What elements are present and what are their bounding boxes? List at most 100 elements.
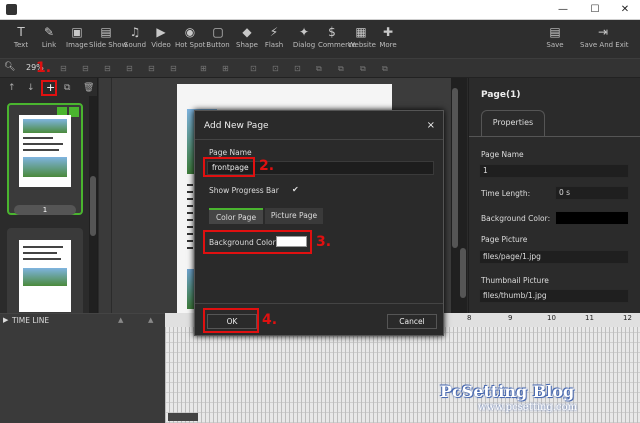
- page-list-scrollbar[interactable]: [89, 96, 97, 313]
- tool-shape[interactable]: ◆ Shape: [235, 23, 259, 49]
- dialog-icon: ✦: [298, 25, 310, 39]
- button-icon: ▢: [212, 25, 224, 39]
- cancel-button[interactable]: Cancel: [387, 314, 437, 329]
- shape-icon: ◆: [242, 25, 252, 39]
- tool-video[interactable]: ▶ Video: [150, 23, 172, 49]
- distribute-v-icon[interactable]: ⊞: [222, 64, 229, 73]
- duplicate-page-icon[interactable]: ⧉: [64, 83, 70, 93]
- image-icon: ▣: [71, 25, 83, 39]
- move-down-icon[interactable]: ↓: [27, 83, 35, 93]
- tick-label: 10: [547, 314, 556, 322]
- close-window-icon[interactable]: ✕: [610, 2, 640, 18]
- tool-more[interactable]: ✚ More: [378, 23, 398, 49]
- highlight-background-color: [203, 230, 312, 254]
- properties-scrollbar[interactable]: [459, 78, 467, 313]
- timeline-scrollbar[interactable]: [168, 413, 198, 421]
- flash-icon: ⚡: [269, 25, 279, 39]
- save-exit-icon: ⇥: [597, 25, 609, 39]
- highlight-page-name: [203, 157, 255, 177]
- expand-icon[interactable]: ▲: [148, 316, 153, 324]
- timeline-layers: [0, 327, 165, 423]
- properties-panel: Page(1) Properties Page Name 1 Time Leng…: [459, 78, 640, 313]
- thumbnail-preview: [19, 240, 71, 312]
- sound-icon: ♫: [129, 25, 141, 39]
- collapse-icon[interactable]: ▲: [118, 316, 123, 324]
- main-toolbar: T Text ✎ Link ▣ Image ▤ Slide Show ♫ Sound ▶ V…: [0, 20, 640, 58]
- video-icon: ▶: [156, 25, 166, 39]
- tab-picture-page[interactable]: Picture Page: [265, 208, 323, 224]
- page-thumbnail-2[interactable]: [7, 228, 83, 318]
- watermark-title: PcSetting Blog: [440, 382, 575, 401]
- tab-color-page[interactable]: Color Page: [209, 208, 263, 224]
- tool-text[interactable]: T Text: [10, 23, 32, 49]
- delete-page-icon[interactable]: 🗑︎: [83, 83, 94, 93]
- watermark-url: www.pcsetting.com: [478, 402, 578, 413]
- time-length-field[interactable]: 0 s: [555, 186, 629, 200]
- step-3-label: 3.: [316, 234, 332, 250]
- send-back-icon[interactable]: ⧉: [338, 64, 344, 74]
- add-new-page-dialog: Add New Page × Page Name frontpage Show …: [194, 110, 444, 336]
- page-picture-field[interactable]: files/page/1.jpg: [479, 250, 629, 264]
- app-icon: [6, 4, 17, 15]
- page-thumbnail-1[interactable]: 1: [7, 103, 83, 215]
- tool-dialog[interactable]: ✦ Dialog: [291, 23, 317, 49]
- align-middle-icon[interactable]: ⊟: [148, 64, 155, 73]
- background-color-field[interactable]: [555, 211, 629, 225]
- tool-flash[interactable]: ⚡ Flash: [263, 23, 285, 49]
- page-name-label: Page Name: [481, 150, 524, 159]
- tool-commerce[interactable]: $ Commerce: [318, 23, 356, 49]
- timeline-label: TIME LINE: [12, 316, 50, 325]
- align-right-icon[interactable]: ⊟: [104, 64, 111, 73]
- highlight-add-page: [41, 80, 57, 96]
- align-top-icon[interactable]: ⊟: [126, 64, 133, 73]
- tick-label: 8: [467, 314, 472, 322]
- tick-label: 12: [623, 314, 632, 322]
- lock-icon[interactable]: ⧉: [360, 64, 366, 74]
- thumbnail-preview: [19, 115, 71, 187]
- tab-properties[interactable]: Properties: [481, 110, 545, 136]
- slideshow-icon: ▤: [100, 25, 112, 39]
- save-and-exit-button[interactable]: ⇥ Save And Exit: [580, 23, 629, 49]
- tool-slideshow[interactable]: ▤ Slide Show: [89, 23, 127, 49]
- minimize-icon[interactable]: —: [548, 2, 578, 18]
- play-icon[interactable]: ▶: [3, 316, 8, 324]
- vertical-ruler: [99, 78, 111, 313]
- align-bottom-icon[interactable]: ⊟: [170, 64, 177, 73]
- same-size-icon[interactable]: ⊡: [294, 64, 301, 73]
- maximize-icon[interactable]: ☐: [580, 2, 610, 18]
- save-button[interactable]: ▤ Save: [543, 23, 567, 49]
- tool-link[interactable]: ✎ Link: [38, 23, 60, 49]
- dollar-icon: $: [328, 25, 336, 39]
- unlock-icon[interactable]: ⧉: [382, 64, 388, 74]
- format-toolbar: 🔍︎ 29% ⊟ ⊟ ⊟ ⊟ ⊟ ⊟ ⊞ ⊞ ⊡ ⊡ ⊡ ⧉ ⧉ ⧉ ⧉: [0, 58, 640, 78]
- move-up-icon[interactable]: ↑: [8, 83, 16, 93]
- distribute-h-icon[interactable]: ⊞: [200, 64, 207, 73]
- time-length-label: Time Length:: [481, 189, 531, 198]
- hotspot-icon: ◉: [184, 25, 196, 39]
- show-progress-label: Show Progress Bar: [209, 186, 279, 195]
- same-height-icon[interactable]: ⊡: [272, 64, 279, 73]
- bring-front-icon[interactable]: ⧉: [316, 64, 322, 74]
- tool-hotspot[interactable]: ◉ Hot Spot: [175, 23, 205, 49]
- page-name-field[interactable]: 1: [479, 164, 629, 178]
- align-left-icon[interactable]: ⊟: [60, 64, 67, 73]
- canvas-scrollbar[interactable]: [451, 78, 459, 313]
- tool-website[interactable]: ▦ Website: [348, 23, 376, 49]
- page-number-badge: 1: [14, 205, 76, 215]
- tool-image[interactable]: ▣ Image: [65, 23, 89, 49]
- step-2-label: 2.: [259, 158, 275, 174]
- tool-button[interactable]: ▢ Button: [206, 23, 230, 49]
- dialog-title: Add New Page: [204, 121, 269, 131]
- save-icon: ▤: [549, 25, 561, 39]
- page-picture-label: Page Picture: [481, 235, 528, 244]
- link-icon: ✎: [43, 25, 55, 39]
- tool-sound[interactable]: ♫ Sound: [124, 23, 146, 49]
- close-icon[interactable]: ×: [427, 120, 435, 131]
- same-width-icon[interactable]: ⊡: [250, 64, 257, 73]
- timeline-header: ▶ TIME LINE ▲ ▲: [0, 313, 165, 327]
- align-center-icon[interactable]: ⊟: [82, 64, 89, 73]
- show-progress-checkbox[interactable]: ✔: [292, 185, 299, 194]
- thumbnail-picture-field[interactable]: files/thumb/1.jpg: [479, 289, 629, 303]
- background-color-label: Background Color:: [481, 214, 551, 223]
- page-name-label: Page Name: [209, 148, 252, 157]
